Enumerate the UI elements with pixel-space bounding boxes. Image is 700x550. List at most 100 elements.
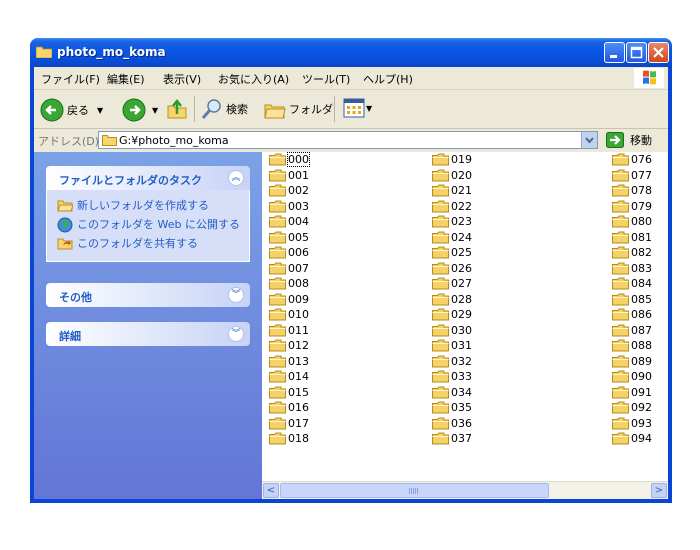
folder-item[interactable]: 027 [432, 276, 472, 292]
other-header[interactable]: その他 ︾ [46, 283, 250, 307]
task-publish-web[interactable]: このフォルダを Web に公開する [47, 215, 249, 234]
folder-label: 004 [288, 215, 309, 229]
folder-icon [432, 324, 449, 337]
forward-button[interactable]: ▼ [122, 98, 158, 122]
other-panel: その他 ︾ [46, 283, 250, 307]
expand-icon[interactable]: ︾ [228, 326, 244, 342]
maximize-button[interactable] [626, 42, 647, 63]
forward-dropdown-icon[interactable]: ▼ [152, 106, 158, 115]
back-dropdown-icon[interactable]: ▼ [97, 106, 103, 115]
folder-item[interactable]: 080 [612, 214, 652, 230]
menu-view[interactable]: 表示(V) [163, 71, 201, 87]
folder-item[interactable]: 002 [269, 183, 309, 199]
folder-item[interactable]: 001 [269, 168, 309, 184]
folder-item[interactable]: 082 [612, 245, 652, 261]
minimize-button[interactable] [604, 42, 625, 63]
folder-label: 016 [288, 401, 309, 415]
folder-item[interactable]: 089 [612, 354, 652, 370]
folder-item[interactable]: 034 [432, 385, 472, 401]
folder-item[interactable]: 013 [269, 354, 309, 370]
horizontal-scrollbar[interactable]: < > [262, 481, 668, 499]
folder-item[interactable]: 036 [432, 416, 472, 432]
folder-item[interactable]: 078 [612, 183, 652, 199]
folder-item[interactable]: 018 [269, 431, 309, 447]
folder-item[interactable]: 030 [432, 323, 472, 339]
folder-item[interactable]: 006 [269, 245, 309, 261]
address-dropdown-button[interactable] [581, 132, 597, 148]
folder-item[interactable]: 090 [612, 369, 652, 385]
folder-item[interactable]: 012 [269, 338, 309, 354]
address-input[interactable]: G:¥photo_mo_koma [98, 131, 598, 149]
folder-item[interactable]: 011 [269, 323, 309, 339]
folder-item[interactable]: 016 [269, 400, 309, 416]
folder-item[interactable]: 076 [612, 152, 652, 168]
minimize-icon [610, 55, 617, 58]
views-dropdown-icon[interactable]: ▼ [366, 104, 372, 113]
close-button[interactable] [648, 42, 669, 63]
menu-file[interactable]: ファイル(F) [41, 71, 100, 87]
folder-item[interactable]: 010 [269, 307, 309, 323]
up-folder-button[interactable] [166, 98, 188, 120]
folder-item[interactable]: 037 [432, 431, 472, 447]
folder-item[interactable]: 084 [612, 276, 652, 292]
folder-item[interactable]: 008 [269, 276, 309, 292]
folder-label: 078 [631, 184, 652, 198]
folder-icon [612, 293, 629, 306]
folder-item[interactable]: 083 [612, 261, 652, 277]
folder-item[interactable]: 035 [432, 400, 472, 416]
folder-item[interactable]: 077 [612, 168, 652, 184]
back-button[interactable]: 戻る ▼ [40, 98, 103, 122]
menu-tools[interactable]: ツール(T) [302, 71, 350, 87]
folder-item[interactable]: 088 [612, 338, 652, 354]
folder-item[interactable]: 085 [612, 292, 652, 308]
folder-item[interactable]: 019 [432, 152, 472, 168]
menu-favorites[interactable]: お気に入り(A) [218, 71, 289, 87]
menu-edit[interactable]: 編集(E) [107, 71, 145, 87]
scroll-right-button[interactable]: > [651, 483, 667, 498]
folder-item[interactable]: 086 [612, 307, 652, 323]
folder-item[interactable]: 009 [269, 292, 309, 308]
folder-item[interactable]: 025 [432, 245, 472, 261]
folder-item[interactable]: 081 [612, 230, 652, 246]
folder-item[interactable]: 007 [269, 261, 309, 277]
folder-item[interactable]: 033 [432, 369, 472, 385]
folder-item[interactable]: 091 [612, 385, 652, 401]
search-button[interactable]: 検索 [201, 98, 248, 120]
folders-button[interactable]: フォルダ [264, 98, 333, 120]
scroll-thumb[interactable] [280, 483, 549, 498]
folder-item[interactable]: 079 [612, 199, 652, 215]
folder-item[interactable]: 023 [432, 214, 472, 230]
folder-item[interactable]: 015 [269, 385, 309, 401]
details-header[interactable]: 詳細 ︾ [46, 322, 250, 346]
go-button[interactable]: 移動 [606, 132, 652, 148]
collapse-icon[interactable]: ︽ [228, 170, 244, 186]
folder-item[interactable]: 004 [269, 214, 309, 230]
folder-item[interactable]: 093 [612, 416, 652, 432]
task-share-folder[interactable]: このフォルダを共有する [47, 234, 249, 253]
folder-item[interactable]: 031 [432, 338, 472, 354]
folder-item[interactable]: 092 [612, 400, 652, 416]
folder-item[interactable]: 029 [432, 307, 472, 323]
folder-item[interactable]: 087 [612, 323, 652, 339]
folder-item[interactable]: 022 [432, 199, 472, 215]
folder-item[interactable]: 021 [432, 183, 472, 199]
folder-item[interactable]: 005 [269, 230, 309, 246]
folder-item[interactable]: 014 [269, 369, 309, 385]
folder-item[interactable]: 003 [269, 199, 309, 215]
views-button[interactable]: ▼ [343, 98, 372, 118]
scroll-left-button[interactable]: < [263, 483, 279, 498]
go-label: 移動 [630, 134, 652, 147]
folder-item[interactable]: 028 [432, 292, 472, 308]
folder-item[interactable]: 000 [269, 152, 310, 168]
folder-item[interactable]: 026 [432, 261, 472, 277]
menu-help[interactable]: ヘルプ(H) [363, 71, 413, 87]
folder-item[interactable]: 094 [612, 431, 652, 447]
folder-item[interactable]: 017 [269, 416, 309, 432]
folder-tasks-header[interactable]: ファイルとフォルダのタスク ︽ [46, 166, 250, 190]
folder-item[interactable]: 032 [432, 354, 472, 370]
folder-item[interactable]: 020 [432, 168, 472, 184]
expand-icon[interactable]: ︾ [228, 287, 244, 303]
task-new-folder[interactable]: 新しいフォルダを作成する [47, 196, 249, 215]
title-bar[interactable]: photo_mo_koma [30, 38, 672, 67]
folder-item[interactable]: 024 [432, 230, 472, 246]
